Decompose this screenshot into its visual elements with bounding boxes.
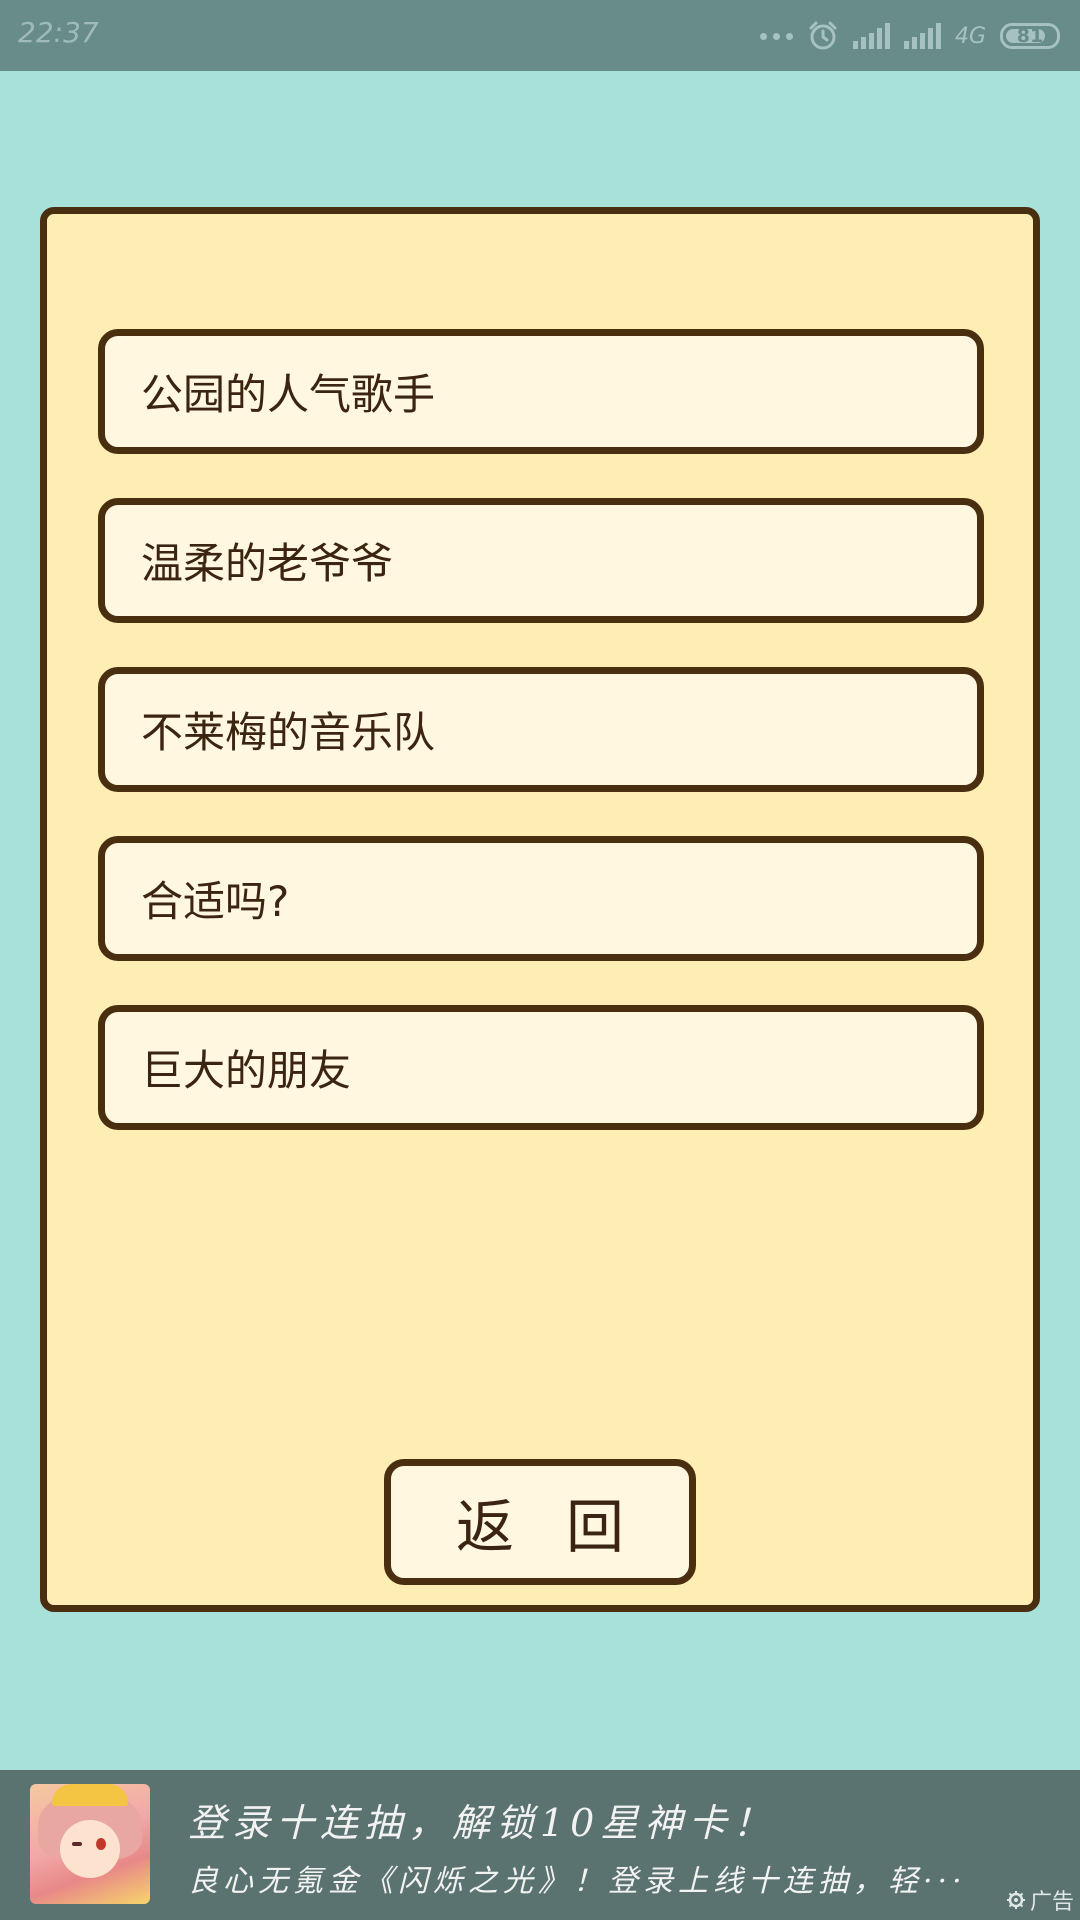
option-button[interactable]: 公园的人气歌手 xyxy=(98,329,984,454)
status-icons: 4G 81 xyxy=(759,14,1060,58)
network-type: 4G xyxy=(954,23,986,49)
ad-description[interactable]: 良心无氪金《闪烁之光》！登录上线十连抽，轻··· xyxy=(188,1856,1048,1900)
ad-thumbnail[interactable] xyxy=(30,1784,150,1904)
battery-level: 81 xyxy=(1016,25,1044,47)
back-button[interactable]: 返回 xyxy=(384,1459,696,1585)
option-button[interactable]: 温柔的老爷爷 xyxy=(98,498,984,623)
status-bar: 22:37 4G 81 xyxy=(0,0,1080,71)
option-button[interactable]: 不莱梅的音乐队 xyxy=(98,667,984,792)
battery-icon: 81 xyxy=(1000,23,1060,49)
ad-banner[interactable]: 登录十连抽，解锁10星神卡！ 良心无氪金《闪烁之光》！登录上线十连抽，轻··· … xyxy=(0,1770,1080,1920)
alarm-icon xyxy=(809,21,837,50)
signal-icon xyxy=(852,23,890,49)
status-time: 22:37 xyxy=(18,16,99,49)
signal-icon xyxy=(903,23,941,49)
options-panel: 公园的人气歌手 温柔的老爷爷 不莱梅的音乐队 合适吗? 巨大的朋友 返回 xyxy=(40,207,1040,1612)
more-dots-icon xyxy=(759,32,793,40)
settings-gear-icon xyxy=(1006,1891,1025,1909)
ad-label: 广告 xyxy=(1006,1884,1074,1916)
ad-label-text: 广告 xyxy=(1029,1890,1074,1915)
option-button[interactable]: 巨大的朋友 xyxy=(98,1005,984,1130)
ad-title[interactable]: 登录十连抽，解锁10星神卡！ xyxy=(188,1792,776,1847)
option-button[interactable]: 合适吗? xyxy=(98,836,984,961)
